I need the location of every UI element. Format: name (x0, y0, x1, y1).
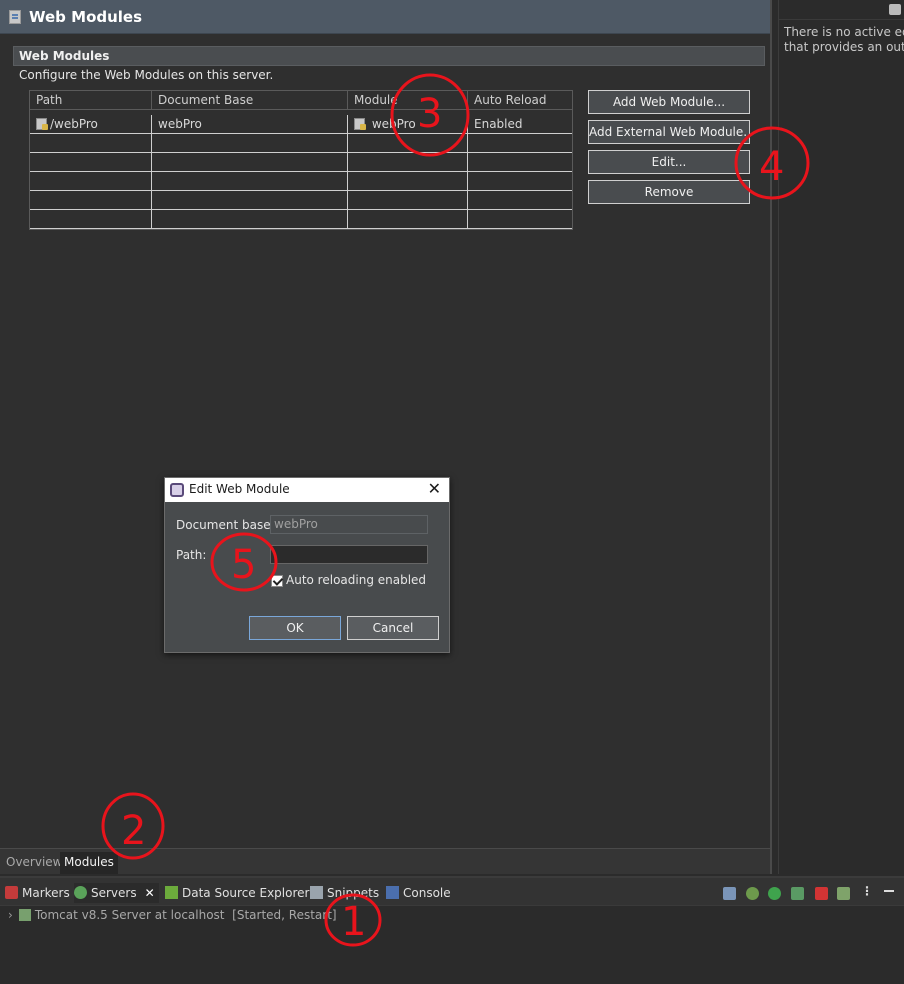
table-row-empty (30, 153, 572, 172)
web-module-icon (36, 118, 48, 130)
column-header-path[interactable]: Path (30, 91, 152, 109)
editor-page-tabs: Overview Modules (0, 848, 770, 874)
document-base-field: webPro (270, 515, 428, 534)
ok-button[interactable]: OK (249, 616, 341, 640)
outline-message: There is no active editor that provides … (784, 25, 904, 54)
chevron-right-icon[interactable]: › (8, 908, 13, 922)
add-external-web-module-button[interactable]: Add External Web Module... (588, 120, 750, 144)
tab-console[interactable]: Console (386, 883, 451, 903)
web-modules-icon (9, 10, 21, 24)
section-description: Configure the Web Modules on this server… (19, 68, 274, 82)
table-row-empty (30, 210, 572, 229)
column-header-auto-reload[interactable]: Auto Reload (468, 91, 572, 109)
table-header: Path Document Base Module Auto Reload (30, 91, 572, 110)
view-menu-icon[interactable]: ⋮ (861, 884, 873, 898)
server-editor: Web Modules Web Modules Configure the We… (0, 0, 772, 874)
editor-title: Web Modules (29, 8, 143, 26)
start-icon[interactable] (768, 887, 781, 900)
column-header-module[interactable]: Module (348, 91, 468, 109)
server-icon (18, 909, 31, 921)
document-base-label: Document base: (176, 518, 275, 532)
eclipse-icon (170, 483, 184, 497)
publish-icon[interactable] (837, 887, 850, 900)
bottom-tab-bar: Markers Servers ✕ Data Source Explorer Sn… (0, 878, 904, 906)
tab-servers[interactable]: Servers ✕ (74, 883, 159, 903)
bottom-view: Markers Servers ✕ Data Source Explorer Sn… (0, 876, 904, 984)
column-header-document-base[interactable]: Document Base (152, 91, 348, 109)
add-web-module-button[interactable]: Add Web Module... (588, 90, 750, 114)
console-icon (386, 886, 399, 899)
remove-button[interactable]: Remove (588, 180, 750, 204)
data-source-icon (165, 886, 178, 899)
table-row-empty (30, 172, 572, 191)
editor-header: Web Modules (0, 0, 770, 34)
table-row-empty (30, 134, 572, 153)
auto-reload-label[interactable]: Auto reloading enabled (286, 573, 426, 587)
table-cell-module: webPro (348, 115, 468, 133)
path-label: Path: (176, 548, 207, 562)
close-icon[interactable]: ✕ (145, 883, 155, 903)
table-cell-document-base: webPro (152, 115, 348, 133)
server-tree-item[interactable]: › Tomcat v8.5 Server at localhost [Starte… (8, 908, 337, 922)
table-row[interactable]: /webPro webPro webPro Enabled (30, 115, 572, 134)
tab-overview[interactable]: Overview (2, 852, 67, 874)
tab-markers[interactable]: Markers (5, 883, 70, 903)
auto-reload-checkbox[interactable] (271, 575, 283, 587)
edit-button[interactable]: Edit... (588, 150, 750, 174)
tab-snippets[interactable]: Snippets (310, 883, 379, 903)
dialog-title: Edit Web Module (189, 482, 290, 496)
new-server-icon[interactable] (723, 887, 736, 900)
outline-menu-icon[interactable] (889, 4, 901, 15)
outline-panel: There is no active editor that provides … (778, 0, 904, 874)
stop-icon[interactable] (815, 887, 828, 900)
debug-icon[interactable] (746, 887, 759, 900)
section-header: Web Modules (13, 46, 765, 66)
tab-modules[interactable]: Modules (60, 852, 118, 874)
project-icon (354, 118, 366, 130)
table-row-empty (30, 191, 572, 210)
edit-web-module-dialog: Edit Web Module ✕ Document base: webPro … (164, 477, 450, 653)
table-cell-auto-reload: Enabled (474, 117, 523, 131)
tab-data-source-explorer[interactable]: Data Source Explorer (165, 883, 309, 903)
close-icon[interactable]: ✕ (428, 479, 441, 499)
minimize-icon[interactable] (884, 890, 894, 892)
snippets-icon (310, 886, 323, 899)
cancel-button[interactable]: Cancel (347, 616, 439, 640)
table-cell-path: /webPro (30, 115, 152, 133)
servers-icon (74, 886, 87, 899)
dialog-titlebar: Edit Web Module ✕ (165, 478, 449, 502)
section-title: Web Modules (19, 49, 110, 63)
markers-icon (5, 886, 18, 899)
profile-icon[interactable] (791, 887, 804, 900)
path-field[interactable] (270, 545, 428, 564)
outline-toolbar (779, 0, 904, 20)
web-modules-table[interactable]: Path Document Base Module Auto Reload /w… (29, 90, 573, 230)
